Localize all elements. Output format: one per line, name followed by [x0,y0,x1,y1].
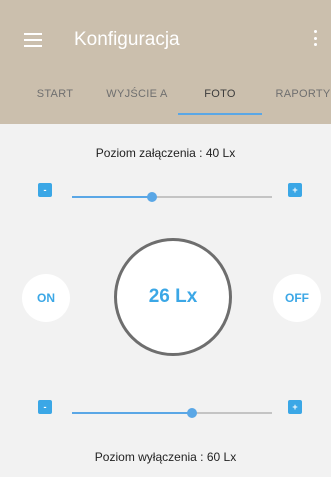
hamburger-menu-icon[interactable] [24,33,42,47]
current-lux-value: 26 Lx [148,286,198,307]
on-level-slider-fill [72,196,152,198]
off-level-slider[interactable] [72,408,272,418]
off-level-label: Poziom wyłączenia : 60 Lx [94,450,237,464]
active-tab-indicator [178,113,262,115]
off-level-slider-thumb[interactable] [187,408,197,418]
foto-panel: Poziom załączenia : 40 Lx - + ON 26 Lx O… [0,124,331,477]
app-title: Konfiguracja [74,29,180,50]
app-bar: Konfiguracja START WYJŚCIE A FOTO RAPORT… [0,0,331,124]
toolbar: Konfiguracja [0,0,331,70]
on-level-decrement-button[interactable]: - [38,183,52,197]
off-level-increment-button[interactable]: + [288,400,302,414]
tab-raporty[interactable]: RAPORTY [270,84,331,104]
tab-wyjscie-a[interactable]: WYJŚCIE A [98,84,176,104]
on-level-slider-thumb[interactable] [147,192,157,202]
on-level-increment-button[interactable]: + [288,183,302,197]
tab-bar: START WYJŚCIE A FOTO RAPORTY [0,70,331,124]
on-button[interactable]: ON [22,274,70,322]
overflow-menu-icon[interactable] [313,30,317,46]
current-lux-dial: 26 Lx [114,238,232,356]
tab-foto[interactable]: FOTO [190,84,250,104]
off-level-decrement-button[interactable]: - [38,400,52,414]
on-level-label: Poziom załączenia : 40 Lx [95,146,236,160]
on-level-slider[interactable] [72,192,272,202]
off-level-slider-fill [72,412,192,414]
tab-start[interactable]: START [20,84,90,104]
off-button[interactable]: OFF [273,274,321,322]
